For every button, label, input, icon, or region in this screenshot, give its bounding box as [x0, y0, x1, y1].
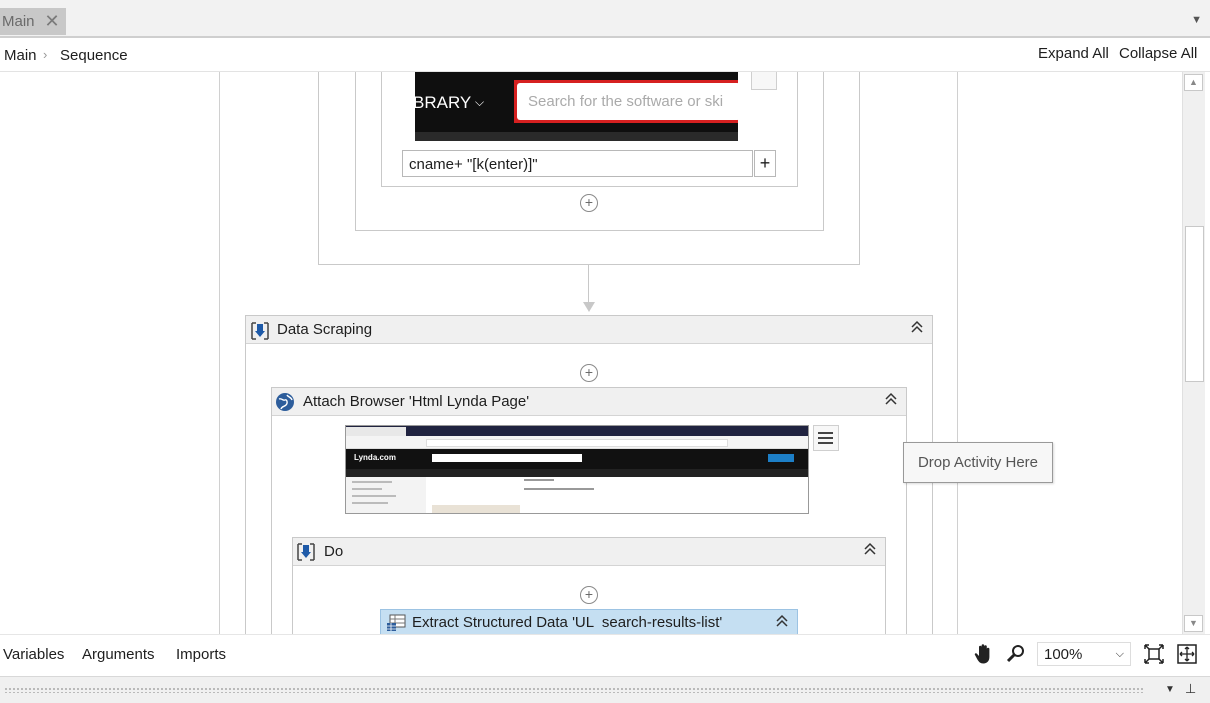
zoom-level-value: 100% — [1044, 645, 1083, 663]
tab-main-label: Main — [2, 13, 35, 30]
pin-icon[interactable]: ⊥ — [1185, 681, 1196, 697]
panel-splitter[interactable]: ▼ ⊥ — [0, 676, 1210, 703]
arguments-tab[interactable]: Arguments — [82, 646, 155, 663]
hand-pan-icon[interactable] — [973, 643, 993, 670]
table-icon — [386, 614, 406, 632]
close-icon[interactable]: ✕ — [45, 11, 60, 32]
chevron-down-icon: ⌵ — [1115, 647, 1124, 660]
collapse-all-button[interactable]: Collapse All — [1119, 45, 1197, 62]
scroll-down-icon[interactable]: ▼ — [1184, 615, 1203, 632]
fit-to-screen-icon[interactable] — [1144, 644, 1164, 669]
variables-tab[interactable]: Variables — [3, 646, 64, 663]
designer-bottom-bar: Variables Arguments Imports 100% ⌵ — [0, 634, 1210, 675]
chevron-right-icon: › — [43, 47, 48, 62]
connector-line — [588, 265, 589, 305]
scroll-up-icon[interactable]: ▲ — [1184, 74, 1203, 91]
add-expression-button[interactable]: + — [754, 150, 776, 177]
outer-sequence-right-border — [957, 72, 958, 634]
connector-arrow-icon — [583, 302, 595, 312]
collapse-icon[interactable] — [863, 542, 879, 558]
imports-tab[interactable]: Imports — [176, 646, 226, 663]
attach-browser-header[interactable]: Attach Browser 'Html Lynda Page' — [272, 388, 906, 416]
overview-icon[interactable] — [1177, 644, 1197, 669]
breadcrumb: Main › Sequence Expand All Collapse All — [0, 38, 1210, 72]
chevron-down-icon: ⌵ — [475, 95, 485, 109]
browser-screenshot: Lynda.com — [345, 425, 809, 514]
search-highlight: Search for the software or ski — [514, 80, 738, 123]
add-activity-plus-icon[interactable]: + — [580, 586, 598, 604]
extract-title: Extract Structured Data 'UL search-resul… — [412, 614, 723, 631]
text-expression-value: cname+ "[k(enter)]" — [409, 156, 538, 173]
globe-icon — [275, 392, 295, 412]
data-scraping-header[interactable]: Data Scraping — [246, 316, 932, 344]
screenshot-nav-text: BRARY — [415, 93, 472, 112]
zoom-level-select[interactable]: 100% ⌵ — [1037, 642, 1131, 666]
data-scraping-activity[interactable]: Data Scraping + Attach Browser 'Html Lyn… — [245, 315, 933, 634]
add-activity-plus-icon[interactable]: + — [580, 194, 598, 212]
panel-dropdown-icon[interactable]: ▼ — [1165, 684, 1175, 695]
breadcrumb-sequence[interactable]: Sequence — [60, 47, 128, 64]
outer-sequence-left-border — [219, 72, 220, 634]
screenshot-logo: Lynda.com — [354, 453, 396, 462]
do-sequence-header[interactable]: Do — [293, 538, 885, 566]
expand-all-button[interactable]: Expand All — [1038, 45, 1109, 62]
collapse-icon[interactable] — [884, 392, 900, 408]
document-tab-bar: Main ✕ ▼ — [0, 0, 1210, 38]
scrollbar-thumb[interactable] — [1185, 226, 1204, 382]
screenshot-search-placeholder: Search for the software or ski — [528, 93, 724, 110]
vertical-scrollbar[interactable]: ▲ ▼ — [1182, 72, 1205, 634]
attach-browser-activity[interactable]: Attach Browser 'Html Lynda Page' Lynda.c… — [271, 387, 907, 634]
data-scraping-icon — [250, 321, 269, 340]
drop-activity-tooltip: Drop Activity Here — [903, 442, 1053, 483]
tab-main[interactable]: Main ✕ — [0, 8, 66, 35]
data-scraping-title: Data Scraping — [277, 321, 373, 338]
zoom-search-icon[interactable] — [1006, 644, 1026, 669]
extract-structured-data-activity[interactable]: Extract Structured Data 'UL search-resul… — [380, 609, 798, 634]
target-screenshot: BRARY ⌵ Search for the software or ski — [415, 72, 738, 141]
attach-browser-menu-button[interactable] — [813, 425, 839, 451]
sequence-icon — [296, 542, 316, 562]
collapse-icon[interactable] — [775, 614, 791, 630]
collapse-icon[interactable] — [910, 320, 926, 336]
text-expression-field[interactable]: cname+ "[k(enter)]" — [402, 150, 753, 177]
add-activity-plus-icon[interactable]: + — [580, 364, 598, 382]
do-sequence[interactable]: Do + Extract Structured Data 'UL search-… — [292, 537, 886, 634]
extract-header[interactable]: Extract Structured Data 'UL search-resul… — [381, 610, 797, 634]
attach-browser-title: Attach Browser 'Html Lynda Page' — [303, 393, 530, 410]
tab-dropdown-icon[interactable]: ▼ — [1191, 14, 1202, 26]
do-sequence-title: Do — [324, 543, 344, 560]
workflow-canvas[interactable]: BRARY ⌵ Search for the software or ski c… — [0, 72, 1182, 634]
splitter-grip[interactable] — [4, 687, 1144, 693]
breadcrumb-main[interactable]: Main — [4, 47, 37, 64]
type-into-menu-button[interactable] — [751, 72, 777, 90]
